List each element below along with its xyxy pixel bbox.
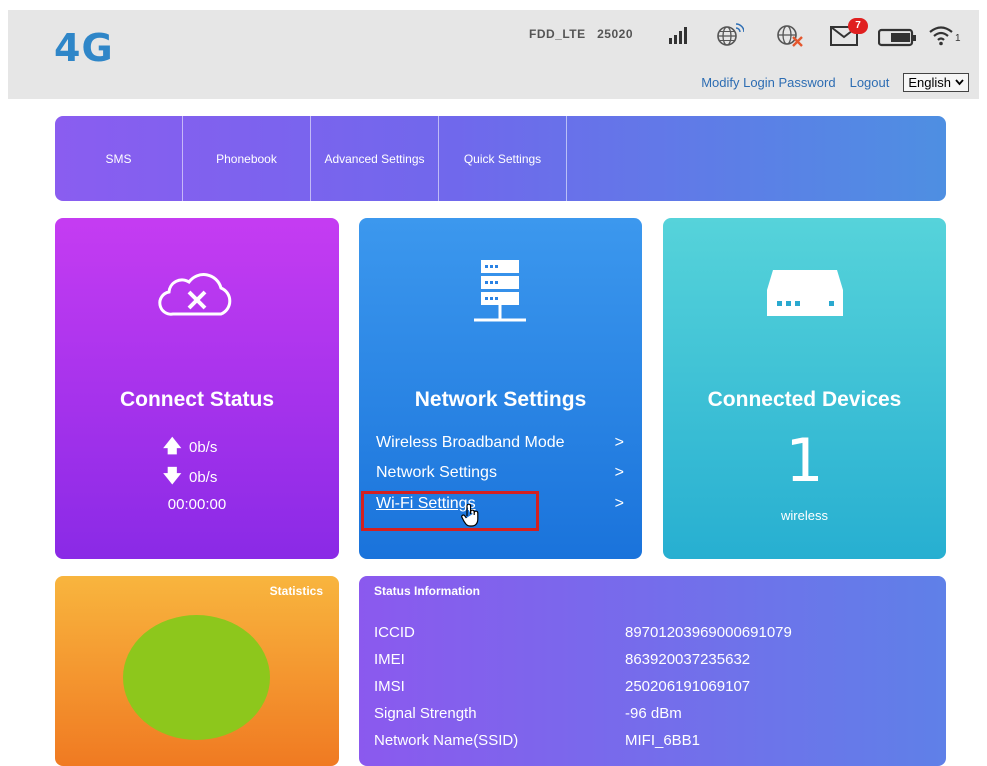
upload-rate: 🡅 0b/s: [163, 434, 217, 464]
connect-status-card: Connect Status 🡅 0b/s 🡇 0b/s 00:00:00: [55, 218, 339, 559]
language-select[interactable]: English: [903, 73, 969, 92]
internet-globe-icon: [717, 23, 744, 46]
header-bar: 4G FDD_LTE 25020 7 1 Modify Login Passwo…: [8, 10, 979, 99]
statistics-title: Statistics: [269, 584, 323, 598]
battery-icon: [878, 28, 916, 47]
connected-devices-title: Connected Devices: [707, 388, 902, 411]
roaming-disabled-icon: [777, 25, 803, 47]
chevron-down-icon: [955, 79, 964, 86]
server-icon: [474, 260, 526, 322]
status-row-iccid: ICCID 89701203969000691079: [374, 624, 792, 641]
menu-item-quick-settings[interactable]: Quick Settings: [439, 116, 567, 201]
download-rate: 🡇 0b/s: [163, 464, 217, 494]
signal-strength-icon: [669, 27, 687, 44]
connect-status-title: Connect Status: [119, 388, 274, 411]
header-links: Modify Login Password Logout English: [701, 73, 969, 92]
wifi-status-icon: 1: [928, 24, 964, 48]
arrow-down-icon: 🡇: [163, 466, 182, 486]
menu-item-advanced-settings[interactable]: Advanced Settings: [311, 116, 439, 201]
chevron-right-icon: >: [614, 464, 624, 481]
sms-unread-badge: 7: [848, 18, 868, 34]
status-information-card: Status Information ICCID 8970120396900069…: [359, 576, 946, 766]
logo: 4G: [54, 26, 114, 70]
wifi-settings-highlight: [361, 491, 539, 531]
modify-password-link[interactable]: Modify Login Password: [701, 75, 835, 90]
network-settings-link[interactable]: Network Settings >: [376, 464, 642, 482]
logout-link[interactable]: Logout: [850, 75, 890, 90]
statistics-pie-chart: [123, 615, 270, 740]
chevron-right-icon: >: [614, 495, 624, 512]
wifi-icon: [929, 26, 953, 46]
connected-devices-card: Connected Devices 1 wireless: [663, 218, 946, 559]
connected-devices-count: 1: [785, 426, 824, 496]
menu-item-sms[interactable]: SMS: [55, 116, 183, 201]
wireless-broadband-mode-link[interactable]: Wireless Broadband Mode >: [376, 434, 642, 452]
main-menu: SMS Phonebook Advanced Settings Quick Se…: [55, 116, 946, 201]
connection-duration: 00:00:00: [167, 496, 227, 513]
status-row-signal-strength: Signal Strength -96 dBm: [374, 705, 682, 722]
arrow-up-icon: 🡅: [163, 436, 182, 456]
cloud-disconnected-icon: [158, 273, 232, 316]
wifi-client-count: 1: [955, 33, 961, 44]
status-row-ssid: Network Name(SSID) MIFI_6BB1: [374, 732, 701, 749]
router-icon: [767, 270, 843, 316]
connected-devices-type: wireless: [781, 508, 828, 523]
statistics-card: Statistics: [55, 576, 339, 766]
chevron-right-icon: >: [614, 434, 624, 451]
network-settings-title: Network Settings: [414, 388, 587, 411]
menu-item-phonebook[interactable]: Phonebook: [183, 116, 311, 201]
language-select-value: English: [908, 75, 951, 90]
sms-inbox-icon[interactable]: 7: [830, 18, 872, 48]
status-row-imei: IMEI 863920037235632: [374, 651, 751, 668]
status-information-title: Status Information: [374, 584, 481, 598]
operator-code: 25020: [597, 27, 633, 41]
status-row-imsi: IMSI 250206191069107: [374, 678, 751, 695]
network-type: FDD_LTE 25020: [529, 27, 633, 41]
